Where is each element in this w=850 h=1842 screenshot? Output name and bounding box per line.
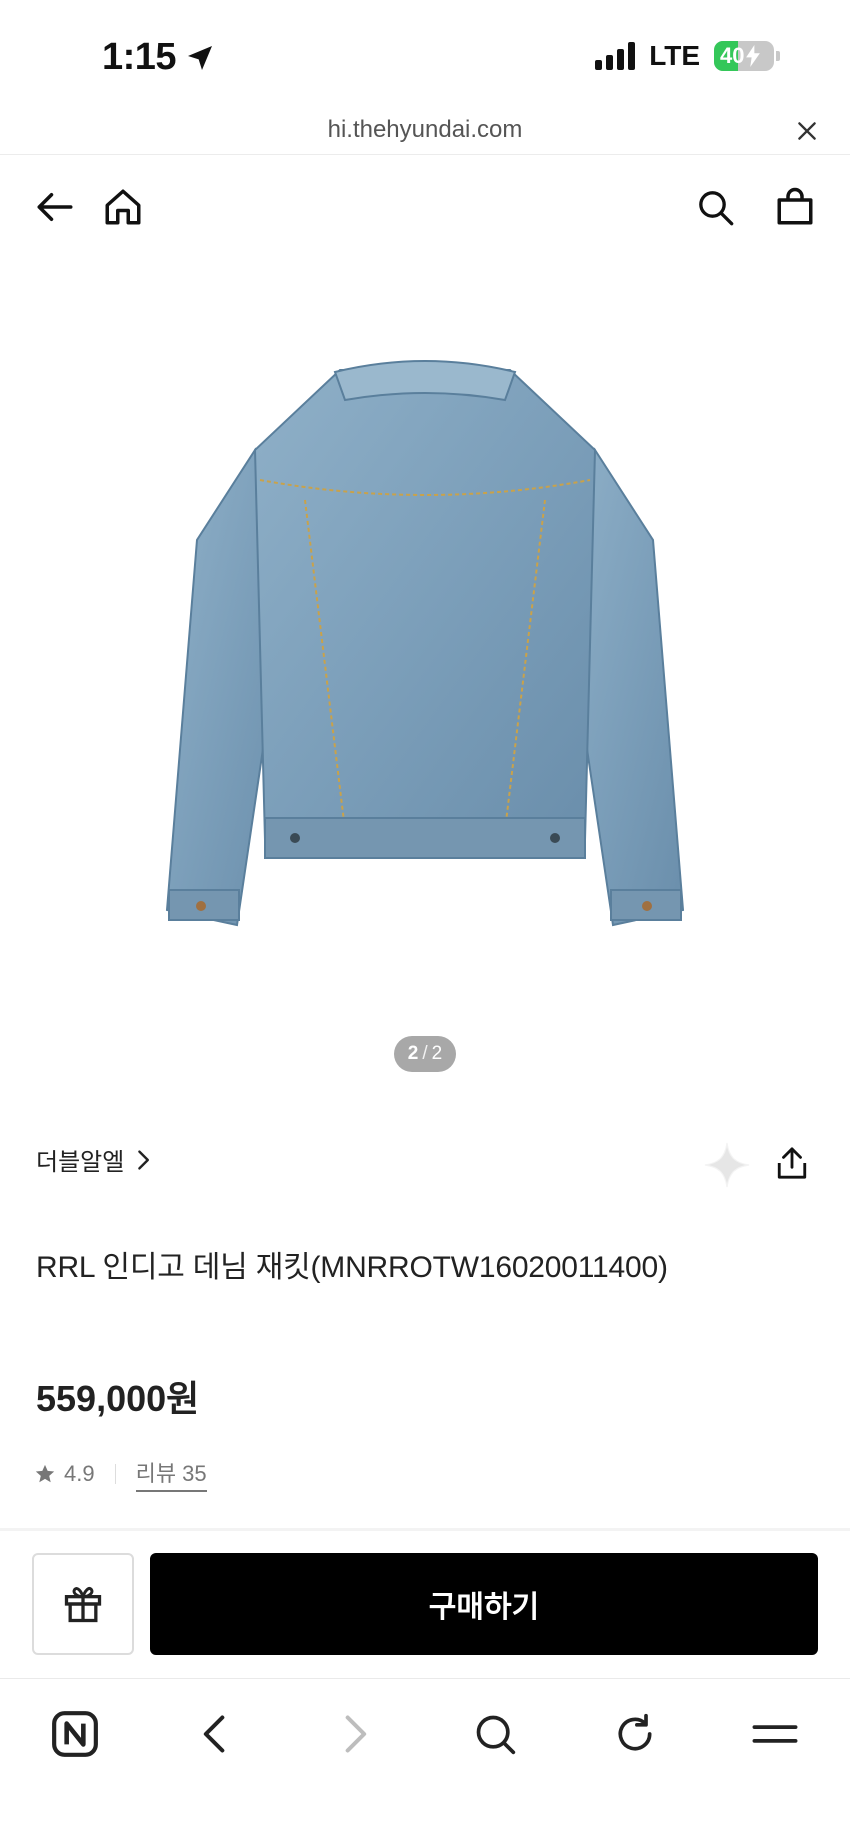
rating-value: 4.9: [64, 1461, 95, 1486]
review-count-link[interactable]: 리뷰 35: [135, 1456, 207, 1492]
charging-bolt-icon: [746, 45, 761, 67]
reload-icon[interactable]: [605, 1704, 665, 1764]
location-arrow-icon: [188, 45, 213, 70]
status-time: 1:15: [102, 36, 216, 79]
close-icon[interactable]: [794, 118, 820, 144]
rating-row: 4.9 리뷰 35: [34, 1456, 207, 1492]
gift-button[interactable]: [32, 1553, 134, 1655]
brand-link[interactable]: 더블알엘: [36, 1142, 152, 1177]
battery-icon: 40: [714, 41, 780, 71]
url-bar[interactable]: hi.thehyundai.com: [0, 110, 850, 155]
back-chevron-icon[interactable]: [185, 1704, 245, 1764]
naver-n-icon[interactable]: [45, 1704, 105, 1764]
product-title: RRL 인디고 데님 재킷(MNRROTW16020011400): [36, 1251, 668, 1284]
url-text[interactable]: hi.thehyundai.com: [0, 116, 850, 144]
divider: [114, 1464, 116, 1484]
page-separator: /: [422, 1043, 428, 1064]
home-icon[interactable]: [100, 184, 146, 230]
browser-toolbar: [0, 1680, 850, 1842]
sparkle-icon: [704, 1142, 750, 1188]
status-bar: 1:15 LTE 40: [0, 0, 850, 110]
wishlist-button[interactable]: [700, 1138, 754, 1192]
back-arrow-icon[interactable]: [32, 184, 78, 230]
share-icon: [777, 1147, 807, 1179]
battery-percent: 40: [720, 43, 745, 68]
shopping-bag-icon[interactable]: [772, 184, 818, 230]
search-icon[interactable]: [465, 1704, 525, 1764]
share-button[interactable]: [770, 1138, 814, 1188]
buy-button[interactable]: 구매하기: [150, 1553, 818, 1655]
cellular-signal-icon: [595, 42, 636, 70]
star-icon: [35, 1464, 55, 1483]
status-indicators: LTE 40: [595, 40, 780, 72]
time-text: 1:15: [102, 36, 177, 78]
forward-chevron-icon[interactable]: [325, 1704, 385, 1764]
current-page: 2: [407, 1043, 419, 1064]
denim-jacket-image: [165, 360, 685, 927]
purchase-bar: 구매하기: [0, 1531, 850, 1679]
total-pages: 2: [431, 1043, 443, 1064]
image-page-indicator: 2 / 2: [394, 1036, 456, 1072]
menu-icon[interactable]: [745, 1704, 805, 1764]
app-header: [0, 170, 850, 244]
chevron-right-icon: [138, 1149, 150, 1170]
product-image[interactable]: [0, 250, 850, 1090]
brand-name[interactable]: 더블알엘: [36, 1142, 124, 1177]
product-price: 559,000원: [36, 1378, 200, 1419]
search-icon[interactable]: [692, 184, 738, 230]
network-type: LTE: [649, 40, 700, 71]
gift-icon: [64, 1587, 102, 1623]
